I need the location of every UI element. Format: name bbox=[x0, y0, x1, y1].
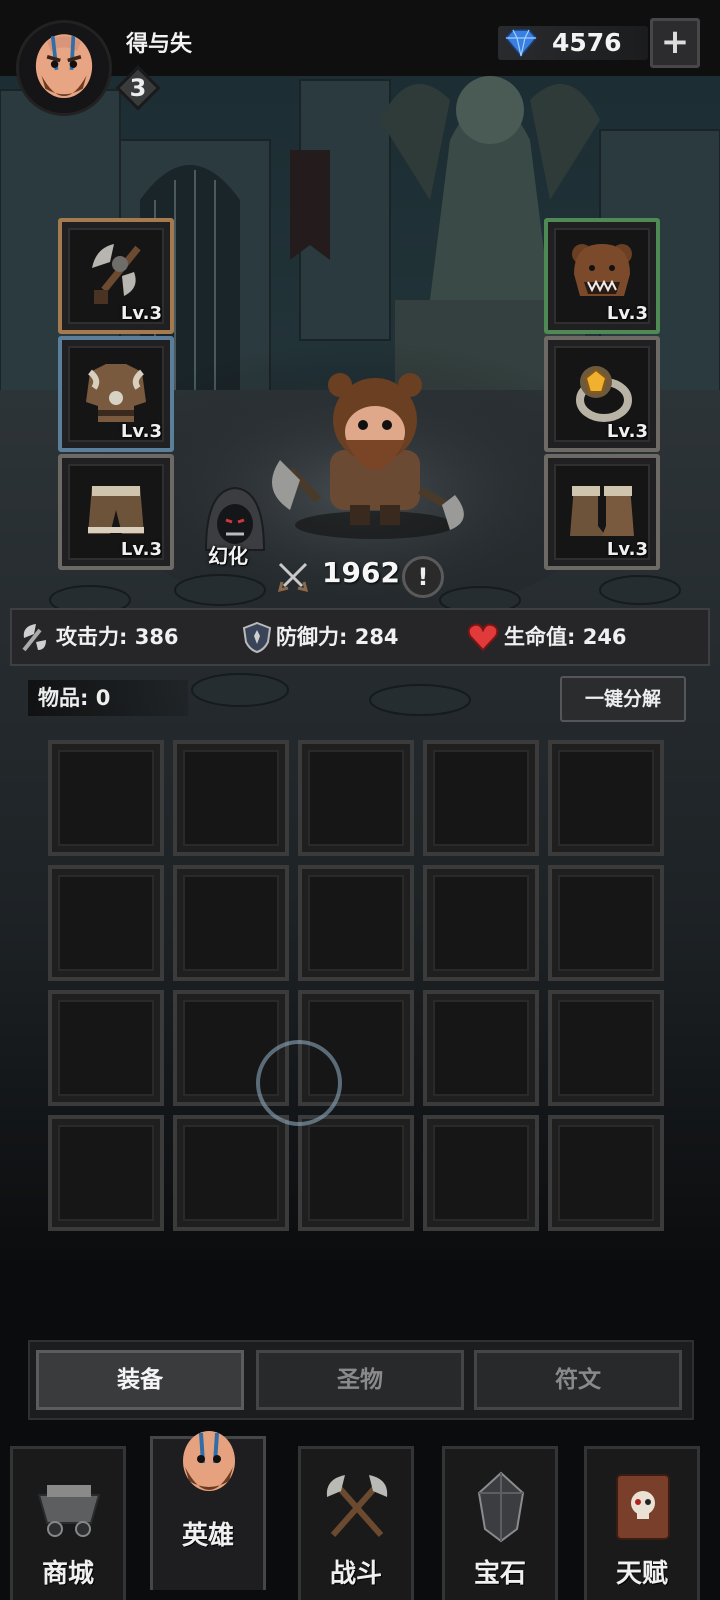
power-info-button[interactable]: ! bbox=[402, 556, 444, 598]
crossed-axes-icon bbox=[326, 1475, 388, 1537]
player-level: 3 bbox=[129, 74, 147, 102]
nav-battle[interactable]: 战斗 bbox=[298, 1446, 414, 1600]
mine-cart-icon bbox=[37, 1485, 101, 1537]
inventory-slot[interactable] bbox=[298, 865, 414, 981]
player-name: 得与失 bbox=[126, 32, 193, 57]
slot-frame bbox=[183, 1125, 279, 1221]
equip-slot-boots[interactable]: Lv.3 bbox=[544, 454, 660, 570]
inventory-slot[interactable] bbox=[298, 1115, 414, 1231]
tab-relics[interactable]: 圣物 bbox=[256, 1350, 464, 1410]
add-gems-button[interactable]: + bbox=[650, 18, 700, 68]
slot-frame bbox=[183, 750, 279, 846]
attack-stat: 攻击力: 386 bbox=[56, 625, 179, 649]
combat-power: 1962 bbox=[322, 556, 400, 589]
inventory-slot[interactable] bbox=[548, 865, 664, 981]
inventory-slot[interactable] bbox=[48, 1115, 164, 1231]
slot-frame bbox=[308, 750, 404, 846]
player-avatar[interactable] bbox=[16, 20, 112, 116]
slot-frame bbox=[558, 1125, 654, 1221]
slot-frame bbox=[308, 1125, 404, 1221]
inventory-slot[interactable] bbox=[173, 865, 289, 981]
inventory-slot[interactable] bbox=[48, 740, 164, 856]
nav-talent-label: 天赋 bbox=[615, 1559, 668, 1589]
equip-slot-armor[interactable]: Lv.3 bbox=[58, 336, 174, 452]
slot-frame bbox=[558, 875, 654, 971]
equip-slot-ring[interactable]: Lv.3 bbox=[544, 336, 660, 452]
nav-battle-label: 战斗 bbox=[329, 1559, 382, 1589]
equip-level: Lv.3 bbox=[606, 421, 648, 442]
slot-frame bbox=[58, 875, 154, 971]
nav-hero-label: 英雄 bbox=[181, 1521, 234, 1551]
inventory-slot[interactable] bbox=[423, 1115, 539, 1231]
tab-runes[interactable]: 符文 bbox=[474, 1350, 682, 1410]
fur-pants-icon bbox=[88, 486, 144, 534]
slot-frame bbox=[183, 875, 279, 971]
nav-gems[interactable]: 宝石 bbox=[442, 1446, 558, 1600]
fur-boots-icon bbox=[570, 486, 634, 536]
items-count: 物品: 0 bbox=[38, 686, 111, 710]
inventory-slot[interactable] bbox=[423, 740, 539, 856]
fur-armor-icon bbox=[86, 364, 146, 422]
slot-frame bbox=[308, 875, 404, 971]
inventory-slot[interactable] bbox=[423, 990, 539, 1106]
nav-hero[interactable]: 英雄 bbox=[150, 1431, 266, 1590]
inventory-slot[interactable] bbox=[548, 740, 664, 856]
slot-frame bbox=[433, 1125, 529, 1221]
inventory-slot[interactable] bbox=[48, 865, 164, 981]
crossed-swords-icon bbox=[277, 562, 309, 593]
nav-talent[interactable]: 天赋 bbox=[584, 1446, 700, 1600]
player-level-badge: 3 bbox=[115, 65, 161, 111]
equip-level: Lv.3 bbox=[120, 303, 162, 324]
decompose-all-button[interactable]: 一键分解 bbox=[560, 676, 686, 722]
hero-portrait-icon bbox=[183, 1431, 235, 1491]
gem-count: 4576 bbox=[552, 28, 622, 57]
equip-slot-pants[interactable]: Lv.3 bbox=[58, 454, 174, 570]
inventory-slot[interactable] bbox=[423, 865, 539, 981]
slot-frame bbox=[58, 1000, 154, 1096]
hp-stat: 生命值: 246 bbox=[504, 625, 627, 649]
bear-helmet-icon bbox=[572, 244, 632, 296]
inventory-slot[interactable] bbox=[548, 990, 664, 1106]
inventory-slot[interactable] bbox=[173, 1115, 289, 1231]
slot-frame bbox=[58, 1125, 154, 1221]
inventory-slot[interactable] bbox=[298, 740, 414, 856]
slot-frame bbox=[433, 1000, 529, 1096]
battle-axe-icon bbox=[92, 244, 141, 304]
heart-hp-icon bbox=[467, 623, 499, 652]
slot-frame bbox=[58, 750, 154, 846]
barbarian-face-icon bbox=[19, 23, 109, 113]
axe-attack-icon bbox=[22, 624, 46, 652]
equip-slot-weapon[interactable]: Lv.3 bbox=[58, 218, 174, 334]
gem-ring-icon bbox=[576, 366, 632, 422]
shield-defense-icon bbox=[242, 621, 272, 654]
slot-frame bbox=[558, 1000, 654, 1096]
dark-gem-icon bbox=[477, 1471, 525, 1543]
equip-slot-helmet[interactable]: Lv.3 bbox=[544, 218, 660, 334]
slot-frame bbox=[433, 875, 529, 971]
blue-gem-icon bbox=[505, 29, 537, 58]
inventory-slot[interactable] bbox=[48, 990, 164, 1106]
nav-shop[interactable]: 商城 bbox=[10, 1446, 126, 1600]
slot-frame bbox=[433, 750, 529, 846]
equip-level: Lv.3 bbox=[606, 303, 648, 324]
tab-equipment[interactable]: 装备 bbox=[36, 1350, 244, 1410]
inventory-slot[interactable] bbox=[173, 740, 289, 856]
slot-frame bbox=[558, 750, 654, 846]
defense-stat: 防御力: 284 bbox=[276, 625, 399, 649]
equip-level: Lv.3 bbox=[120, 421, 162, 442]
equip-level: Lv.3 bbox=[606, 539, 648, 560]
nav-shop-label: 商城 bbox=[41, 1559, 94, 1589]
equip-level: Lv.3 bbox=[120, 539, 162, 560]
illusion-label[interactable]: 幻化 bbox=[208, 540, 248, 569]
loading-spinner bbox=[256, 1040, 342, 1126]
skull-book-icon bbox=[616, 1474, 670, 1540]
inventory-slot[interactable] bbox=[548, 1115, 664, 1231]
nav-gems-label: 宝石 bbox=[473, 1559, 526, 1589]
